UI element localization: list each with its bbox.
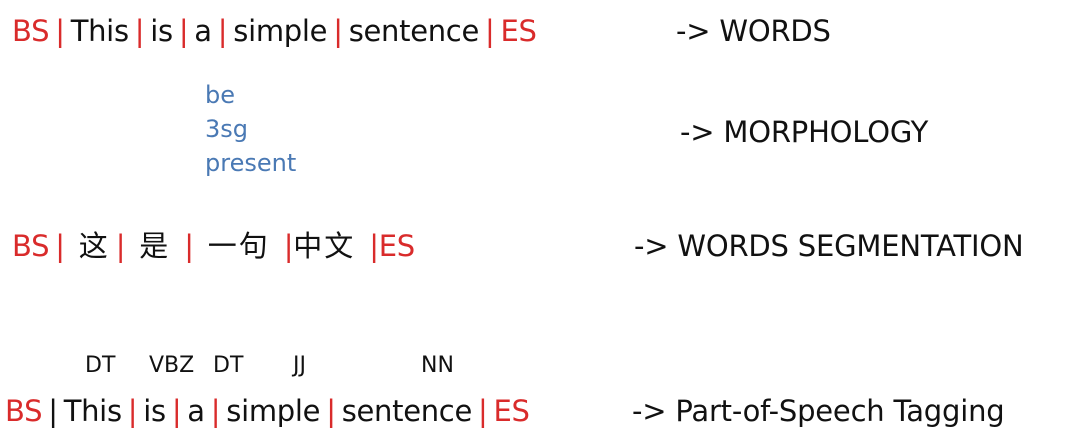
- word-token: sentence: [348, 14, 480, 48]
- end-sentence-marker: ES: [378, 229, 415, 263]
- token-separator: |: [184, 229, 194, 263]
- words-label: -> WORDS: [676, 14, 831, 48]
- word-token: This: [63, 394, 122, 428]
- pos-tag: DT: [213, 353, 244, 378]
- token-separator: |: [55, 229, 65, 263]
- word-token: a: [194, 14, 212, 48]
- token-separator: |: [217, 14, 228, 48]
- morph-lemma: be: [205, 81, 235, 109]
- chinese-token: 中文: [293, 229, 356, 263]
- word-token: a: [187, 394, 205, 428]
- word-token: This: [70, 14, 129, 48]
- end-sentence-marker: ES: [500, 14, 537, 48]
- pos-tag: DT: [85, 353, 116, 378]
- token-separator: |: [55, 14, 65, 48]
- word-token: is: [150, 14, 173, 48]
- pos-tag: JJ: [293, 353, 306, 378]
- token-separator: |: [283, 229, 294, 263]
- word-token: simple: [233, 14, 328, 48]
- segmentation-sentence: BS | 这 | 是 | 一句 |中文 |ES: [12, 228, 415, 264]
- token-separator: |: [485, 14, 495, 48]
- chinese-token: 是: [139, 229, 171, 263]
- end-sentence-marker: ES: [493, 394, 530, 428]
- begin-sentence-marker: BS: [5, 394, 43, 428]
- pos-sentence: BS | This | is | a | simple | sentence | ES: [5, 393, 530, 429]
- morphology-features: be 3sg present: [205, 78, 296, 180]
- morph-tense: present: [205, 149, 297, 177]
- word-token: is: [143, 394, 166, 428]
- chinese-token: 一句: [207, 229, 270, 263]
- pos-tagging-label: -> Part-of-Speech Tagging: [632, 394, 1005, 428]
- words-sentence: BS | This | is | a | simple | sentence | ES: [12, 13, 537, 49]
- token-separator: |: [171, 394, 182, 428]
- begin-sentence-marker: BS: [12, 14, 50, 48]
- token-separator: |: [115, 229, 126, 263]
- pos-tag: VBZ: [149, 353, 195, 378]
- pos-tag: NN: [421, 353, 454, 378]
- token-separator: |: [369, 229, 379, 263]
- token-separator: |: [178, 14, 189, 48]
- begin-sentence-marker: BS: [12, 229, 50, 263]
- token-separator: |: [478, 394, 488, 428]
- token-separator: |: [210, 394, 221, 428]
- token-separator: |: [127, 394, 138, 428]
- token-separator: |: [134, 14, 145, 48]
- word-token: sentence: [341, 394, 473, 428]
- token-separator: |: [48, 394, 58, 428]
- morphology-label: -> MORPHOLOGY: [680, 115, 929, 149]
- morph-person-number: 3sg: [205, 115, 249, 143]
- word-token: simple: [226, 394, 321, 428]
- segmentation-label: -> WORDS SEGMENTATION: [634, 229, 1024, 263]
- token-separator: |: [333, 14, 343, 48]
- token-separator: |: [326, 394, 336, 428]
- chinese-token: 这: [78, 229, 110, 263]
